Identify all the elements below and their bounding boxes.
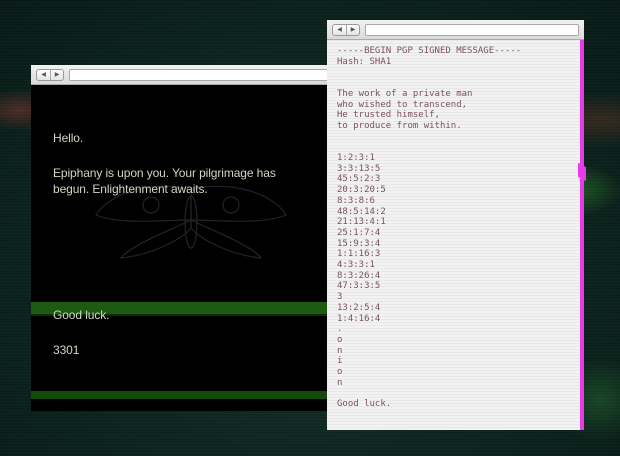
pgp-line: o (337, 367, 343, 378)
pgp-line (337, 78, 570, 89)
left-browser-window: ◀ ▶ Hello. Epiphany is upon you. Your pi… (31, 65, 334, 411)
pgp-line: 8:3:8:6 (337, 195, 375, 206)
good-luck-text: Good luck. (53, 308, 110, 322)
pgp-line: 13:2:5:4 (337, 302, 381, 313)
pgp-line: 3 (337, 292, 343, 303)
pgp-line: who wished to transcend, (337, 99, 468, 110)
pgp-line: 1:2:3:1 (337, 153, 375, 164)
pgp-line: 1:1:16:3 (337, 249, 381, 260)
pgp-line: 4:3:3:1 (337, 260, 375, 271)
pgp-line: 25:1:7:4 (337, 227, 381, 238)
pgp-line (337, 389, 570, 400)
left-address-bar[interactable] (69, 68, 329, 81)
right-browser-window: ◀ ▶ -----BEGIN PGP SIGNED MESSAGE----- Ha… (327, 20, 586, 430)
pgp-line: 3:3:13:5 (337, 163, 381, 174)
pgp-line: n (337, 377, 343, 388)
pgp-line (337, 142, 570, 153)
left-window-toolbar: ◀ ▶ (31, 65, 334, 85)
back-arrow-icon[interactable]: ◀ (37, 70, 50, 80)
left-page-content: Hello. Epiphany is upon you. Your pilgri… (31, 85, 334, 411)
pgp-signed-message: -----BEGIN PGP SIGNED MESSAGE----- Hash: … (337, 46, 570, 410)
pgp-line: 15:9:3:4 (337, 238, 381, 249)
pgp-line: o (337, 334, 343, 345)
pgp-line: to produce from within. (337, 120, 462, 131)
pgp-line: 20:3:20:5 (337, 185, 386, 196)
green-glitch-band-lower (31, 391, 334, 399)
pgp-line: 1:4:16:4 (337, 313, 381, 324)
pgp-line: . (337, 324, 343, 335)
number-3301: 3301 (53, 343, 80, 357)
pgp-line (337, 132, 570, 143)
pgp-line (337, 67, 570, 78)
pgp-line: 8:3:26:4 (337, 270, 381, 281)
pgp-line: -----BEGIN PGP SIGNED MESSAGE----- (337, 46, 522, 56)
pgp-line: n (337, 345, 343, 356)
back-arrow-icon[interactable]: ◀ (333, 25, 346, 35)
pgp-line: 47:3:3:5 (337, 281, 381, 292)
right-window-toolbar: ◀ ▶ (327, 20, 584, 40)
epiphany-line-2: begun. Enlightenment awaits. (53, 182, 208, 196)
right-nav-buttons: ◀ ▶ (332, 23, 360, 36)
pgp-message-content: -----BEGIN PGP SIGNED MESSAGE----- Hash: … (327, 40, 586, 430)
forward-arrow-icon[interactable]: ▶ (346, 24, 359, 35)
pgp-line: i (337, 356, 343, 367)
right-address-bar[interactable] (365, 23, 579, 36)
hello-text: Hello. (53, 131, 84, 145)
left-nav-buttons: ◀ ▶ (36, 68, 64, 81)
pgp-line: He trusted himself, (337, 110, 440, 121)
forward-arrow-icon[interactable]: ▶ (50, 69, 63, 80)
pgp-line: Hash: SHA1 (337, 56, 392, 67)
pgp-line: The work of a private man (337, 88, 473, 99)
pgp-line: 45:5:2:3 (337, 174, 381, 185)
epiphany-line-1: Epiphany is upon you. Your pilgrimage ha… (53, 166, 276, 180)
pgp-line: 48:5:14:2 (337, 206, 386, 217)
pgp-line: 21:13:4:1 (337, 217, 386, 228)
pgp-line: Good luck. (337, 399, 392, 410)
